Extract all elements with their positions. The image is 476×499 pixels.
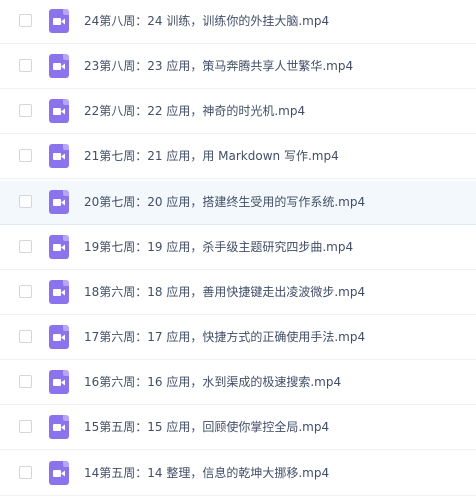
file-name[interactable]: 24第八周：24 训练，训练你的外挂大脑.mp4 xyxy=(84,13,329,29)
video-file-icon xyxy=(49,99,69,123)
file-name[interactable]: 21第七周：21 应用，用 Markdown 写作.mp4 xyxy=(84,148,339,164)
file-list: 24第八周：24 训练，训练你的外挂大脑.mp4 23第八周：23 应用，策马奔… xyxy=(0,0,476,499)
video-file-icon xyxy=(49,370,69,394)
file-name[interactable]: 15第五周：15 应用，回顾使你掌控全局.mp4 xyxy=(84,419,329,435)
row-checkbox[interactable] xyxy=(19,195,32,208)
file-row-hovered[interactable]: 20第七周：20 应用，搭建终生受用的写作系统.mp4 xyxy=(0,181,476,225)
video-file-icon xyxy=(49,235,69,259)
video-file-icon xyxy=(49,190,69,214)
file-row[interactable]: 14第五周：14 整理，信息的乾坤大挪移.mp4 xyxy=(0,452,476,496)
video-file-icon xyxy=(49,9,69,33)
row-checkbox[interactable] xyxy=(19,104,32,117)
row-checkbox[interactable] xyxy=(19,240,32,253)
file-name[interactable]: 22第八周：22 应用，神奇的时光机.mp4 xyxy=(84,103,305,119)
file-row[interactable]: 18第六周：18 应用，善用快捷键走出凌波微步.mp4 xyxy=(0,271,476,315)
row-checkbox[interactable] xyxy=(19,330,32,343)
row-checkbox[interactable] xyxy=(19,285,32,298)
file-name[interactable]: 20第七周：20 应用，搭建终生受用的写作系统.mp4 xyxy=(84,194,365,210)
file-name[interactable]: 17第六周：17 应用，快捷方式的正确使用手法.mp4 xyxy=(84,329,365,345)
row-checkbox[interactable] xyxy=(19,14,32,27)
file-row[interactable]: 21第七周：21 应用，用 Markdown 写作.mp4 xyxy=(0,135,476,179)
row-checkbox[interactable] xyxy=(19,149,32,162)
file-name[interactable]: 23第八周：23 应用，策马奔腾共享人世繁华.mp4 xyxy=(84,58,353,74)
file-row[interactable]: 22第八周：22 应用，神奇的时光机.mp4 xyxy=(0,90,476,134)
video-file-icon xyxy=(49,280,69,304)
file-row[interactable]: 24第八周：24 训练，训练你的外挂大脑.mp4 xyxy=(0,0,476,44)
file-row[interactable]: 15第五周：15 应用，回顾使你掌控全局.mp4 xyxy=(0,406,476,450)
video-file-icon xyxy=(49,54,69,78)
file-row[interactable]: 17第六周：17 应用，快捷方式的正确使用手法.mp4 xyxy=(0,316,476,360)
file-name[interactable]: 16第六周：16 应用，水到渠成的极速搜索.mp4 xyxy=(84,374,341,390)
file-name[interactable]: 18第六周：18 应用，善用快捷键走出凌波微步.mp4 xyxy=(84,284,365,300)
file-row[interactable]: 23第八周：23 应用，策马奔腾共享人世繁华.mp4 xyxy=(0,45,476,89)
row-checkbox[interactable] xyxy=(19,59,32,72)
file-row[interactable]: 19第七周：19 应用，杀手级主题研究四步曲.mp4 xyxy=(0,226,476,270)
file-row[interactable]: 16第六周：16 应用，水到渠成的极速搜索.mp4 xyxy=(0,361,476,405)
video-file-icon xyxy=(49,461,69,485)
video-file-icon xyxy=(49,415,69,439)
file-name[interactable]: 19第七周：19 应用，杀手级主题研究四步曲.mp4 xyxy=(84,239,353,255)
video-file-icon xyxy=(49,325,69,349)
row-checkbox[interactable] xyxy=(19,420,32,433)
video-file-icon xyxy=(49,144,69,168)
row-checkbox[interactable] xyxy=(19,375,32,388)
row-checkbox[interactable] xyxy=(19,466,32,479)
file-name[interactable]: 14第五周：14 整理，信息的乾坤大挪移.mp4 xyxy=(84,465,329,481)
